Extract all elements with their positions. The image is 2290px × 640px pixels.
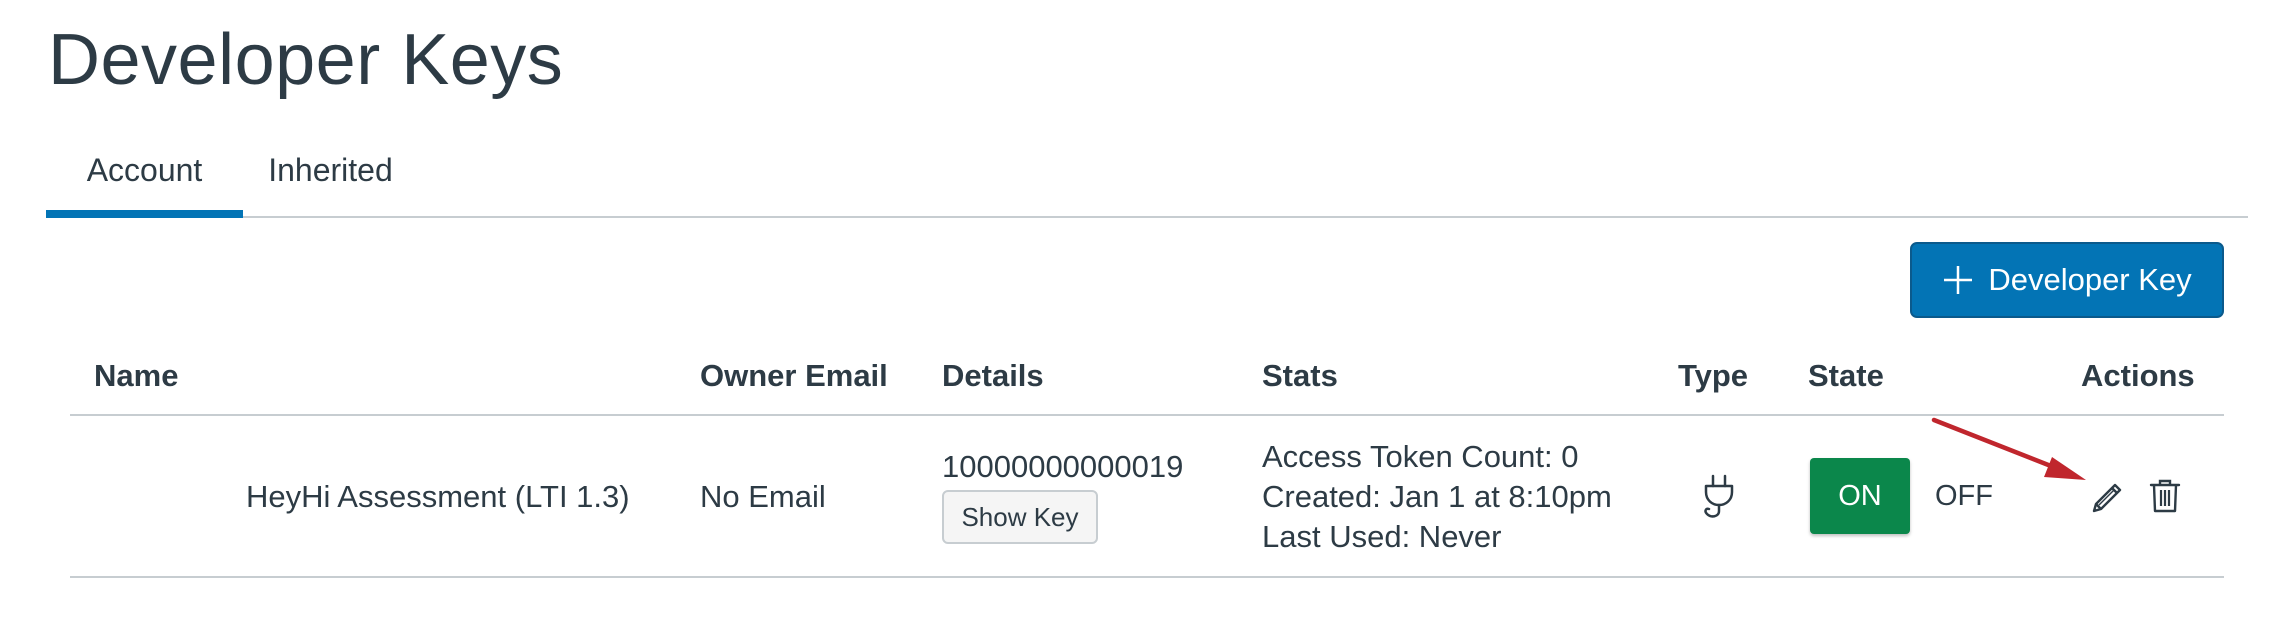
column-header-stats: Stats (1262, 358, 1338, 393)
tab-account[interactable]: Account (46, 138, 243, 218)
stat-last-used: Last Used: Never (1262, 519, 1502, 554)
stat-created: Created: Jan 1 at 8:10pm (1262, 479, 1612, 514)
column-header-name: Name (94, 358, 179, 393)
add-developer-key-button[interactable]: Developer Key (1910, 242, 2224, 318)
trash-icon[interactable] (2148, 478, 2182, 514)
show-key-button[interactable]: Show Key (942, 490, 1098, 544)
pencil-icon[interactable] (2090, 478, 2126, 514)
table-header-divider (70, 414, 2224, 416)
column-header-owner-email: Owner Email (700, 358, 888, 393)
column-header-details: Details (942, 358, 1044, 393)
plug-icon (1696, 474, 1740, 522)
column-header-actions: Actions (2081, 358, 2195, 393)
key-name: HeyHi Assessment (LTI 1.3) (246, 479, 630, 514)
owner-email: No Email (700, 479, 826, 514)
page-title: Developer Keys (48, 20, 564, 100)
key-id: 10000000000019 (942, 449, 1184, 484)
stat-access-token-count: Access Token Count: 0 (1262, 439, 1579, 474)
tab-inherited[interactable]: Inherited (243, 138, 418, 216)
tab-list: Account Inherited (46, 138, 2248, 218)
state-on-button[interactable]: ON (1810, 458, 1910, 534)
column-header-type: Type (1678, 358, 1749, 393)
table-row-divider (70, 576, 2224, 578)
state-off-button[interactable]: OFF (1924, 458, 2004, 534)
column-header-state: State (1808, 358, 1884, 393)
add-developer-key-label: Developer Key (1988, 262, 2192, 297)
plus-icon (1942, 264, 1974, 296)
